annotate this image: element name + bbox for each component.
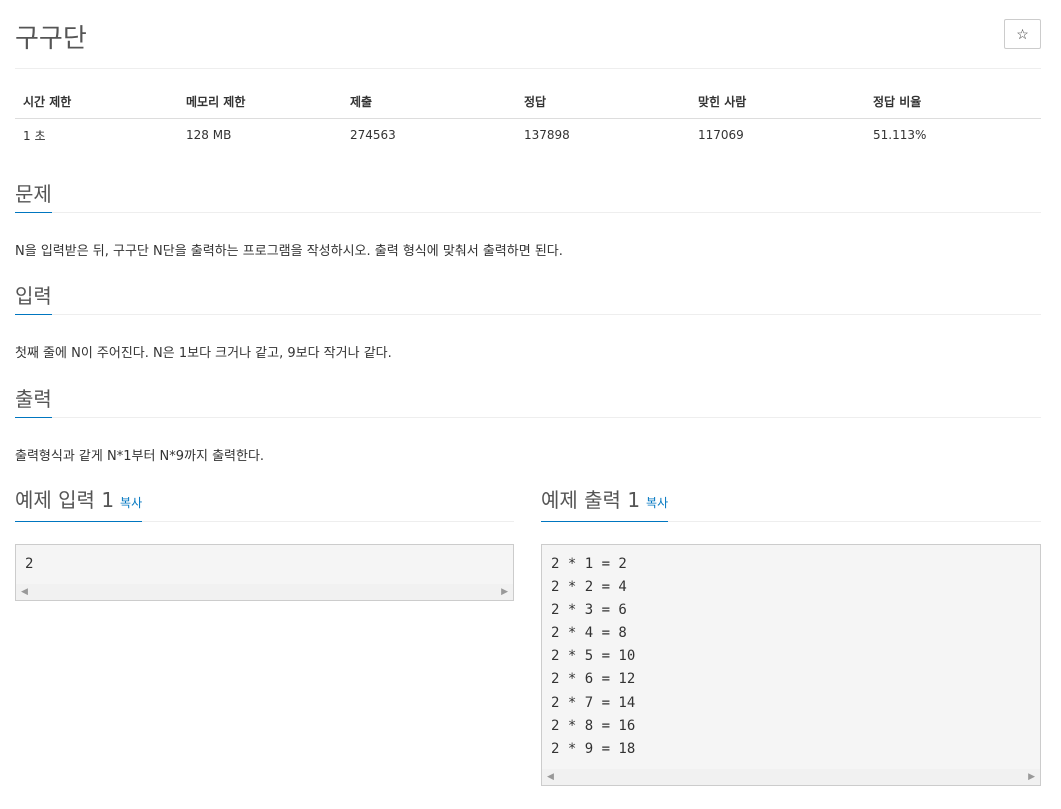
page-title: 구구단 [15,24,87,54]
value-accepted: 137898 [524,128,570,143]
star-icon[interactable]: ☆ [1004,19,1041,49]
output-description: 출력형식과 같게 N*1부터 N*9까지 출력한다. [15,449,265,464]
output-section-header: 출력 [15,385,1041,418]
problem-section-title: 문제 [15,180,52,213]
output-section-title: 출력 [15,385,52,418]
input-section: 입력 첫째 줄에 N이 주어진다. N은 1보다 크거나 같고, 9보다 작거나… [15,282,1041,361]
header-time-limit: 시간 제한 [15,86,178,119]
sample-input-title-text: 예제 입력 1 [15,488,115,512]
sample-output-scrollbar[interactable]: ◀ ▶ [542,769,1040,785]
problem-description: N을 입력받은 뒤, 구구단 N단을 출력하는 프로그램을 작성하시오. 출력 … [15,244,563,259]
sample-output-header: 예제 출력 1 복사 [541,484,1041,522]
problem-section-header: 문제 [15,180,1041,213]
sample-output-title-text: 예제 출력 1 [541,488,641,512]
sample-output-title: 예제 출력 1 복사 [541,484,669,522]
copy-sample-output-button[interactable]: 복사 [646,496,668,510]
input-description: 첫째 줄에 N이 주어진다. N은 1보다 크거나 같고, 9보다 작거나 같다… [15,346,392,361]
header-accepted: 정답 [516,86,690,119]
scroll-left-icon[interactable]: ◀ [21,587,28,597]
sample-input-section: 예제 입력 1 복사 [15,484,514,522]
copy-sample-input-button[interactable]: 복사 [120,496,142,510]
value-accept-ratio: 51.113% [873,128,927,143]
header-memory-limit: 메모리 제한 [178,86,342,119]
input-section-title: 입력 [15,282,52,315]
input-section-header: 입력 [15,282,1041,315]
title-row: 구구단 ☆ [15,0,1041,69]
scroll-right-icon[interactable]: ▶ [1028,772,1035,782]
info-value-row: 1 초 128 MB 274563 137898 117069 51.113% [15,118,1041,152]
sample-input-box[interactable]: 2 ◀ ▶ [15,544,514,601]
header-submissions: 제출 [342,86,516,119]
header-solved-users: 맞힌 사람 [690,86,865,119]
sample-input-content: 2 [25,556,34,572]
header-accept-ratio: 정답 비율 [865,86,1041,119]
sample-input-scrollbar[interactable]: ◀ ▶ [16,584,513,600]
value-memory-limit: 128 MB [186,128,232,143]
scroll-left-icon[interactable]: ◀ [547,772,554,782]
info-header-row: 시간 제한 메모리 제한 제출 정답 맞힌 사람 정답 비율 [15,86,1041,119]
scroll-right-icon[interactable]: ▶ [501,587,508,597]
sample-output-section: 예제 출력 1 복사 [541,484,1041,522]
problem-section: 문제 N을 입력받은 뒤, 구구단 N단을 출력하는 프로그램을 작성하시오. … [15,180,1041,259]
sample-input-header: 예제 입력 1 복사 [15,484,514,522]
problem-info-table: 시간 제한 메모리 제한 제출 정답 맞힌 사람 정답 비율 1 초 128 M… [15,86,1041,152]
output-section: 출력 출력형식과 같게 N*1부터 N*9까지 출력한다. [15,385,1041,464]
value-solved-users: 117069 [698,128,744,143]
value-submissions: 274563 [350,128,396,143]
sample-output-content: 2 * 1 = 2 2 * 2 = 4 2 * 3 = 6 2 * 4 = 8 … [551,556,636,757]
sample-output-box[interactable]: 2 * 1 = 2 2 * 2 = 4 2 * 3 = 6 2 * 4 = 8 … [541,544,1041,786]
sample-input-title: 예제 입력 1 복사 [15,484,143,522]
value-time-limit: 1 초 [23,128,46,143]
